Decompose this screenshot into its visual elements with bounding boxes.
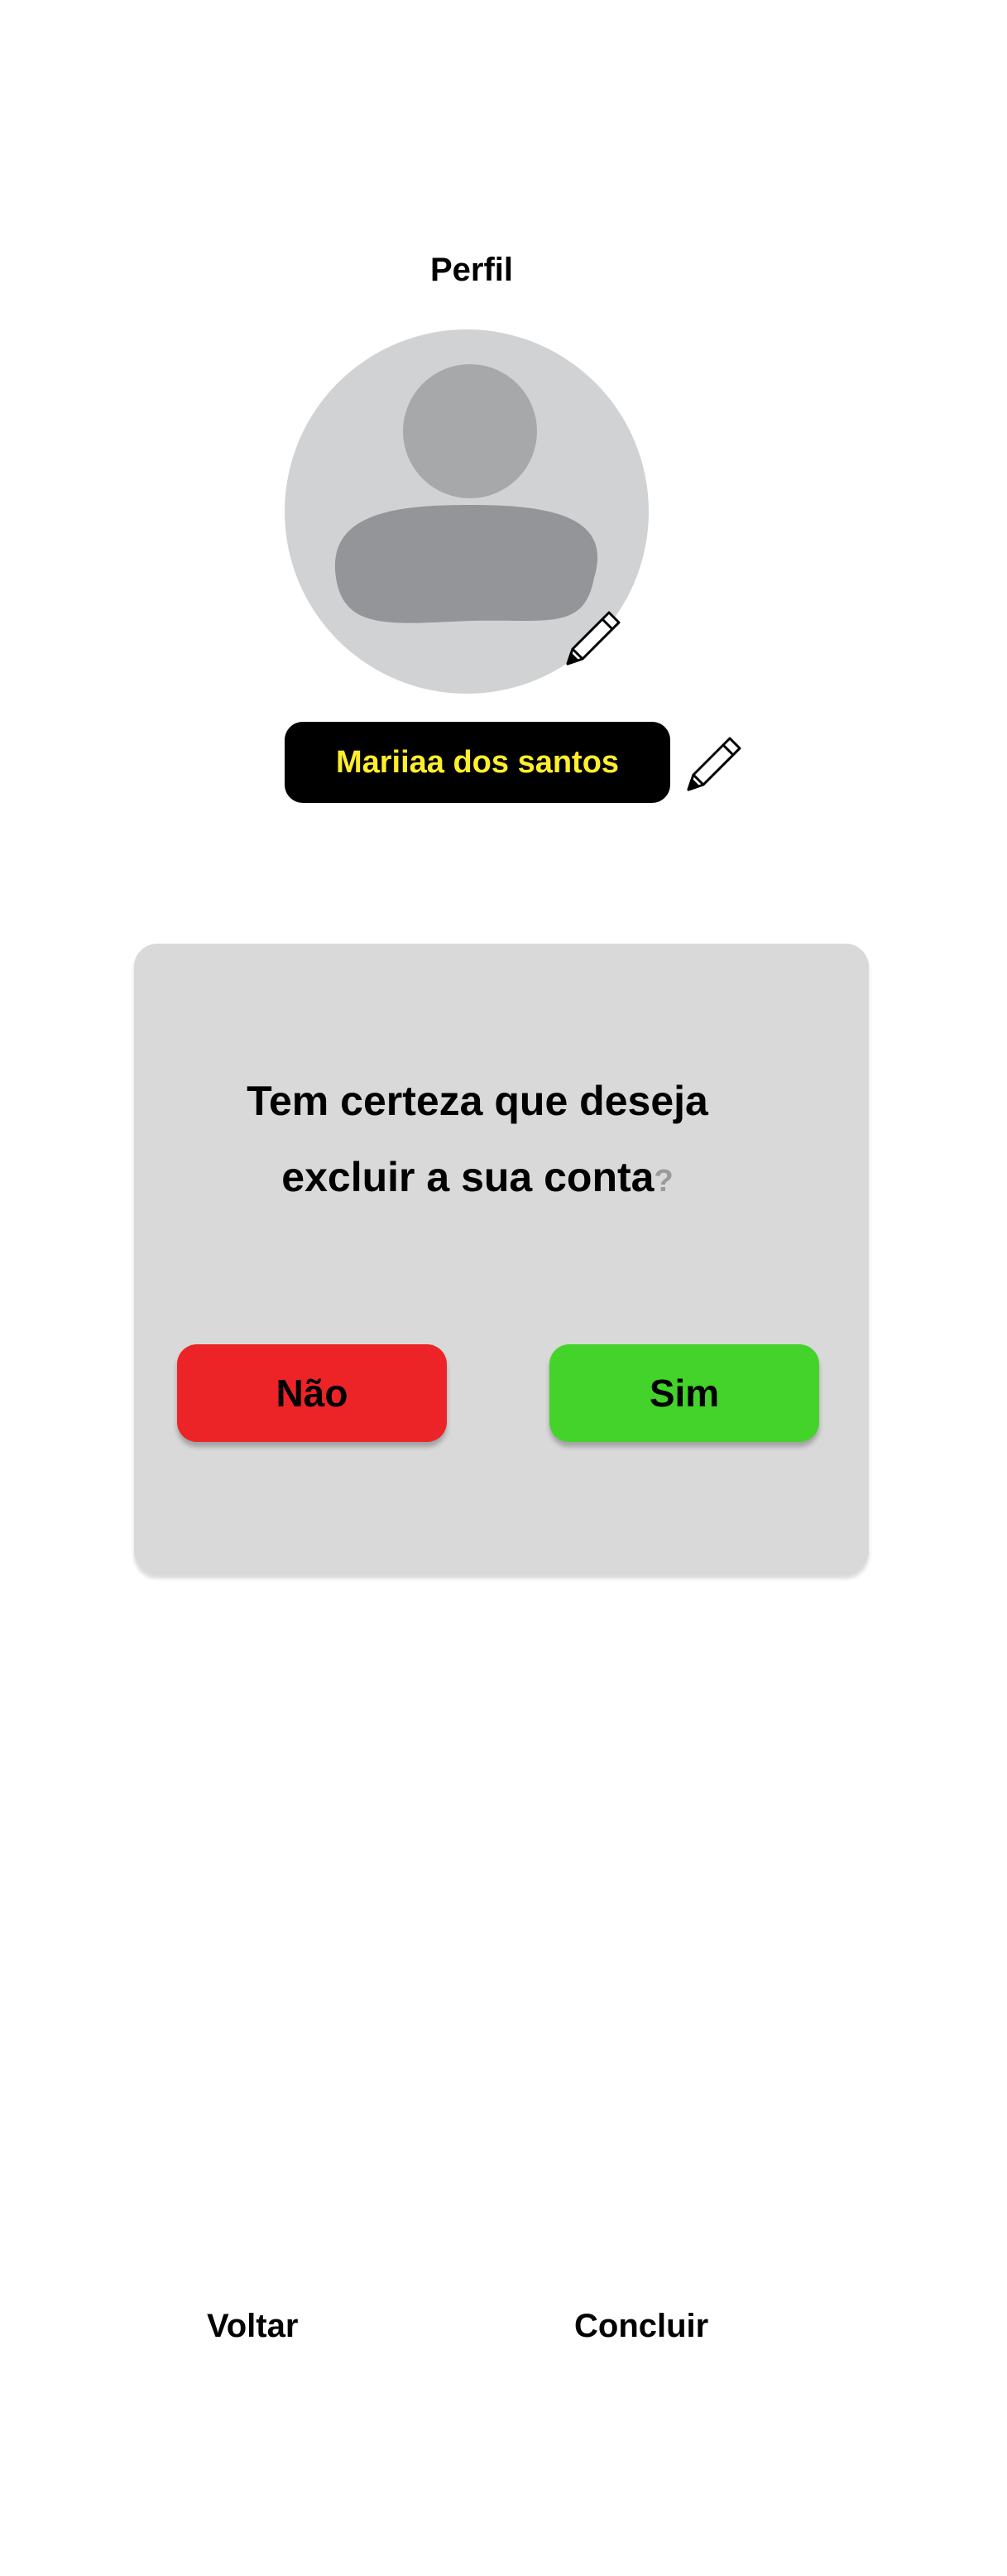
profile-name: Mariiaa dos santos [335, 744, 620, 780]
avatar-head [403, 364, 537, 498]
name-pencil-icon[interactable] [680, 728, 751, 800]
delete-account-dialog: Tem certeza que deseja excluir a sua con… [134, 944, 869, 1574]
avatar-pencil-icon[interactable] [559, 603, 631, 674]
dialog-message-line1: Tem certeza que deseja [247, 1078, 708, 1124]
dialog-message-line2: excluir a sua conta [281, 1154, 655, 1200]
back-button[interactable]: Voltar [207, 2301, 298, 2351]
done-button[interactable]: Concluir [574, 2301, 708, 2351]
avatar-body [334, 505, 598, 623]
page-title: Perfil [429, 252, 514, 288]
no-button[interactable]: Não [177, 1344, 447, 1442]
profile-name-field[interactable]: Mariiaa dos santos [285, 722, 670, 803]
question-mark: ? [654, 1164, 674, 1199]
dialog-message: Tem certeza que deseja excluir a sua con… [134, 1063, 821, 1219]
dialog-message-line2-wrap: excluir a sua conta? [134, 1139, 821, 1219]
yes-button[interactable]: Sim [549, 1344, 819, 1442]
